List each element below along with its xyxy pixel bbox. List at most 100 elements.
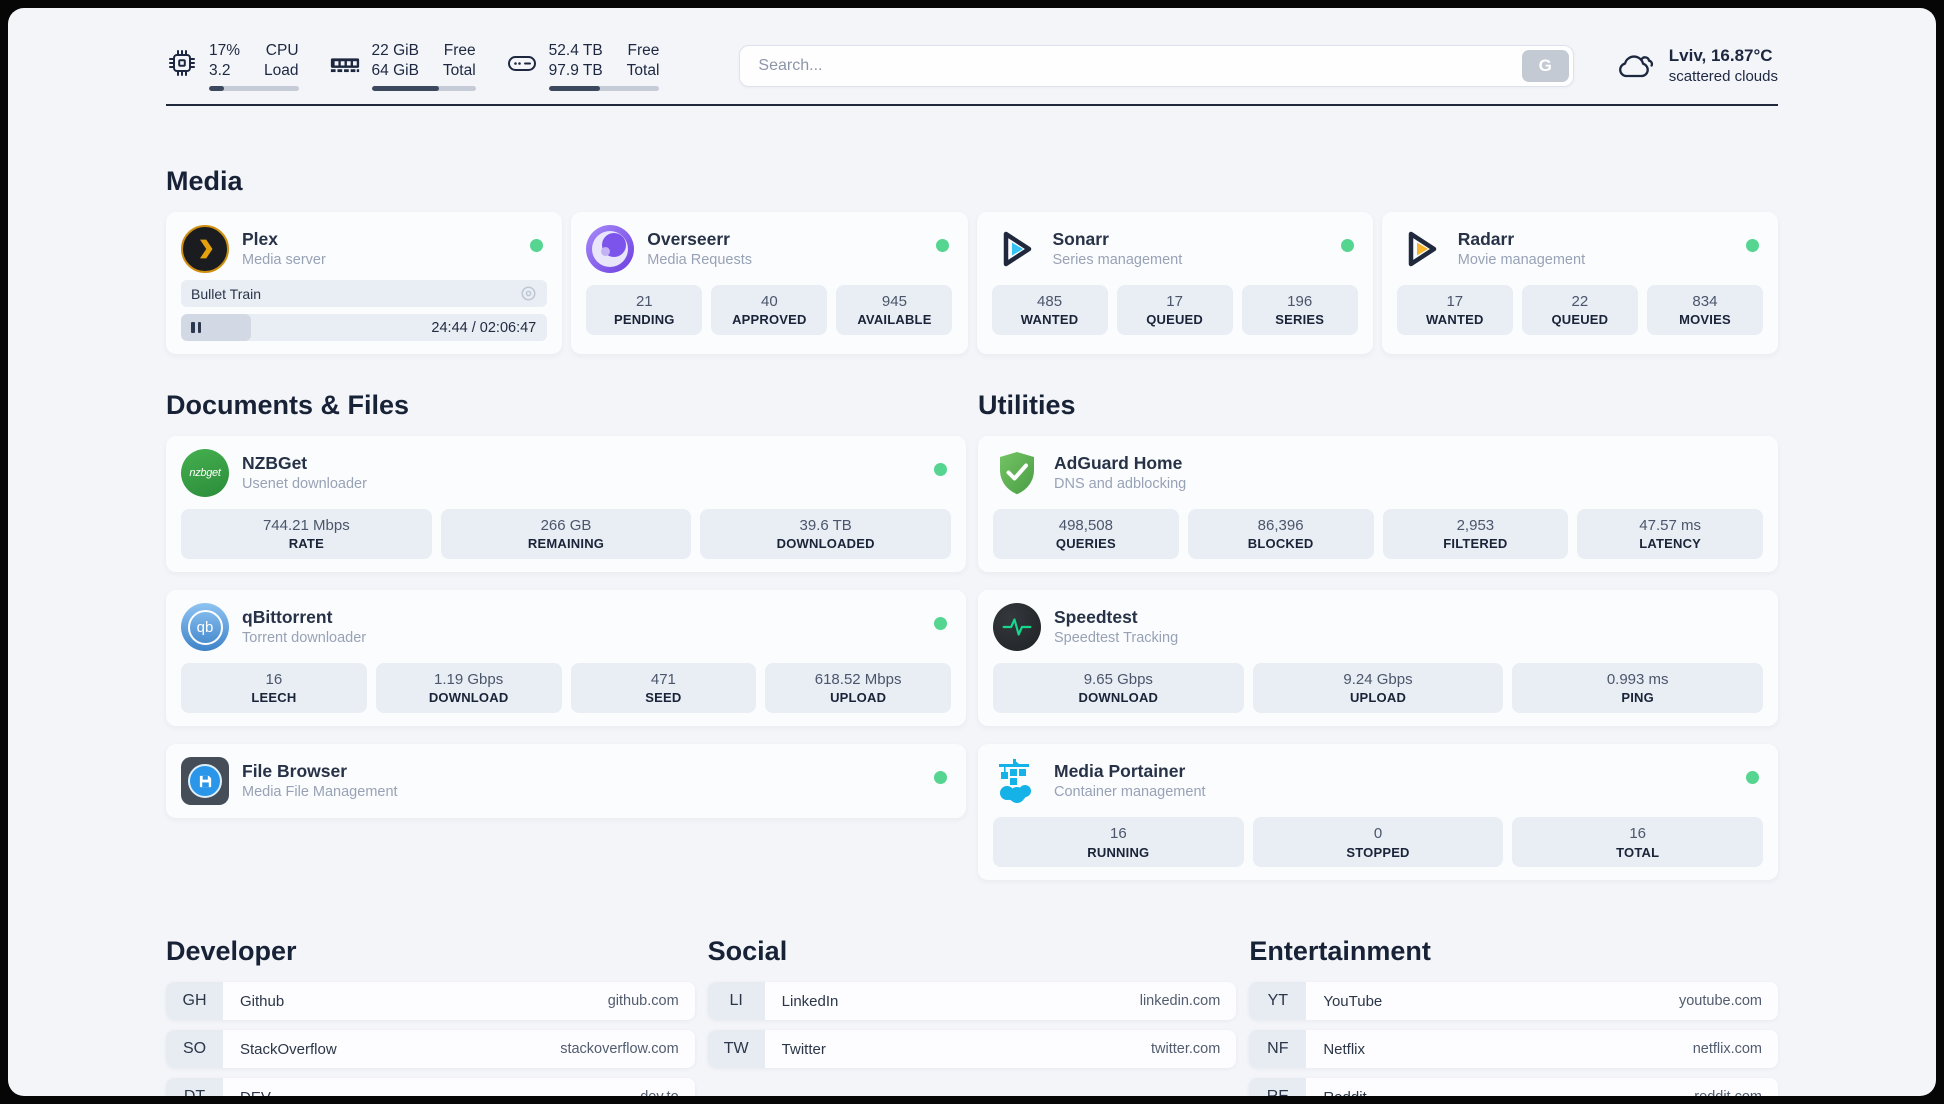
- app-subtitle: Torrent downloader: [242, 630, 367, 647]
- stat-available: 945 AVAILABLE: [836, 285, 953, 336]
- stat-running: 16 RUNNING: [993, 817, 1244, 868]
- stat-ping: 0.993 ms PING: [1512, 663, 1764, 714]
- app-card-filebrowser[interactable]: File Browser Media File Management: [166, 744, 966, 819]
- stat-download: 1.19 Gbps DOWNLOAD: [375, 663, 562, 714]
- app-name: AdGuard Home: [1054, 453, 1183, 474]
- bookmarks-entertainment: Entertainment YT YouTube youtube.com NF …: [1249, 880, 1778, 1096]
- cpu-stat: 17% 3.2 CPU Load: [166, 41, 299, 92]
- stat-seed: 471 SEED: [570, 663, 757, 714]
- bookmark-linkedin[interactable]: LI LinkedIn linkedin.com: [707, 982, 1237, 1021]
- bookmark-abbr: LI: [707, 982, 765, 1021]
- bookmark-abbr: TW: [707, 1030, 765, 1069]
- status-online-dot: [1746, 239, 1759, 252]
- session-disc-icon[interactable]: [520, 285, 537, 302]
- bookmark-name: DEV: [223, 1078, 640, 1096]
- disk-label-total: Total: [626, 62, 660, 79]
- app-subtitle: Container management: [1054, 784, 1206, 801]
- app-name: Media Portainer: [1054, 761, 1186, 782]
- overseerr-icon: [586, 225, 635, 273]
- bookmark-name: LinkedIn: [781, 992, 839, 1010]
- search-engine-button[interactable]: G: [1521, 50, 1569, 82]
- bookmark-url: linkedin.com: [1139, 993, 1221, 1010]
- header-bar: 17% 3.2 CPU Load 22 GiB 64 GiB Free Tota…: [166, 8, 1778, 96]
- bookmark-twitter[interactable]: TW Twitter twitter.com: [707, 1030, 1237, 1069]
- bookmark-name: Netflix: [1323, 1040, 1366, 1058]
- section-title-developer: Developer: [166, 936, 297, 967]
- memory-stat: 22 GiB 64 GiB Free Total: [329, 41, 476, 92]
- app-subtitle: Media Requests: [647, 251, 753, 268]
- documents-column: Documents & Files nzbget NZBGet Usenet d…: [166, 354, 966, 819]
- disk-stat: 52.4 TB 97.9 TB Free Total: [506, 41, 660, 92]
- adguard-icon: [993, 449, 1041, 497]
- bookmarks-developer: Developer GH Github github.com SO StackO…: [166, 880, 695, 1096]
- bookmark-url: youtube.com: [1678, 993, 1762, 1010]
- stat-total: 16 TOTAL: [1512, 817, 1764, 868]
- app-subtitle: Series management: [1052, 251, 1183, 268]
- stat-filtered: 2,953 FILTERED: [1382, 509, 1569, 560]
- bookmark-github[interactable]: GH Github github.com: [166, 982, 695, 1021]
- search-input[interactable]: [739, 45, 1574, 87]
- disk-icon: [507, 55, 536, 71]
- app-subtitle: Media server: [242, 251, 326, 268]
- disk-label-free: Free: [627, 41, 660, 59]
- bookmark-abbr: DT: [166, 1078, 223, 1096]
- stat-remaining: 266 GB REMAINING: [440, 509, 692, 560]
- bookmark-name: YouTube: [1323, 992, 1383, 1010]
- filebrowser-icon: [181, 757, 229, 806]
- memory-icon: [330, 58, 359, 72]
- app-card-adguard[interactable]: AdGuard Home DNS and adblocking 498,508 …: [978, 436, 1778, 573]
- cpu-value-load: 3.2: [209, 62, 231, 79]
- app-name: Plex: [242, 229, 278, 250]
- status-online-dot: [1340, 239, 1354, 252]
- app-card-portainer[interactable]: Media Portainer Container management 16 …: [978, 744, 1778, 881]
- stat-wanted: 17 WANTED: [1396, 285, 1513, 336]
- cloud-icon: [1618, 55, 1653, 78]
- stat-movies: 834 MOVIES: [1646, 285, 1763, 336]
- app-card-overseerr[interactable]: Overseerr Media Requests 21 PENDING 40 A…: [571, 212, 968, 354]
- app-card-nzbget[interactable]: nzbget NZBGet Usenet downloader 744.21 M…: [166, 436, 966, 573]
- app-name: Speedtest: [1054, 607, 1138, 628]
- stat-queries: 498,508 QUERIES: [993, 509, 1179, 560]
- dashboard-page: 17% 3.2 CPU Load 22 GiB 64 GiB Free Tota…: [8, 8, 1936, 1096]
- memory-progress-bar: [371, 86, 476, 92]
- section-title-documents: Documents & Files: [166, 390, 410, 420]
- app-card-radarr[interactable]: Radarr Movie management 17 WANTED 22 QUE…: [1381, 212, 1778, 354]
- utilities-column: Utilities AdGuard Home DNS and adblockin…: [978, 354, 1778, 881]
- app-card-speedtest[interactable]: Speedtest Speedtest Tracking 9.65 Gbps D…: [978, 590, 1778, 727]
- pause-icon[interactable]: [191, 322, 201, 333]
- now-playing-title: Bullet Train: [191, 285, 262, 302]
- bookmark-abbr: RE: [1249, 1078, 1307, 1096]
- portainer-icon: [993, 757, 1041, 805]
- cpu-label-1: CPU: [265, 41, 299, 59]
- header-divider: [166, 104, 1778, 106]
- bookmark-url: github.com: [607, 993, 679, 1010]
- section-title-entertainment: Entertainment: [1249, 936, 1431, 967]
- bookmark-stackoverflow[interactable]: SO StackOverflow stackoverflow.com: [166, 1030, 695, 1069]
- stat-blocked: 86,396 BLOCKED: [1187, 509, 1374, 560]
- app-card-sonarr[interactable]: Sonarr Series management 485 WANTED 17 Q…: [976, 212, 1373, 354]
- stat-approved: 40 APPROVED: [711, 285, 828, 336]
- app-name: qBittorrent: [242, 607, 333, 628]
- bookmark-abbr: NF: [1249, 1030, 1307, 1069]
- sonarr-icon: [992, 225, 1040, 273]
- stat-queued: 22 QUEUED: [1521, 285, 1638, 336]
- stat-stopped: 0 STOPPED: [1252, 817, 1504, 868]
- memory-total-value: 64 GiB: [371, 62, 419, 79]
- app-card-plex[interactable]: Plex Media server Bullet Train 24:44 / 0…: [166, 212, 563, 354]
- bookmark-netflix[interactable]: NF Netflix netflix.com: [1249, 1030, 1778, 1069]
- bookmark-url: reddit.com: [1694, 1078, 1778, 1096]
- app-subtitle: Movie management: [1457, 251, 1586, 268]
- app-card-qbittorrent[interactable]: qb qBittorrent Torrent downloader 16 LEE…: [166, 590, 966, 727]
- app-subtitle: Speedtest Tracking: [1054, 630, 1179, 647]
- stat-downloaded: 39.6 TB DOWNLOADED: [700, 509, 952, 560]
- stat-upload: 618.52 Mbps UPLOAD: [765, 663, 951, 714]
- weather-widget[interactable]: Lviv, 16.87°C scattered clouds: [1614, 45, 1778, 87]
- bookmark-reddit[interactable]: RE Reddit reddit.com: [1249, 1078, 1778, 1096]
- nzbget-icon: nzbget: [181, 449, 229, 497]
- now-playing-row: Bullet Train: [181, 280, 548, 307]
- qbittorrent-icon: qb: [181, 603, 229, 652]
- bookmark-dev[interactable]: DT DEV dev.to: [166, 1078, 695, 1096]
- bookmark-name: Twitter: [781, 1040, 826, 1058]
- bookmark-youtube[interactable]: YT YouTube youtube.com: [1249, 982, 1778, 1021]
- bookmark-name: Github: [240, 992, 285, 1010]
